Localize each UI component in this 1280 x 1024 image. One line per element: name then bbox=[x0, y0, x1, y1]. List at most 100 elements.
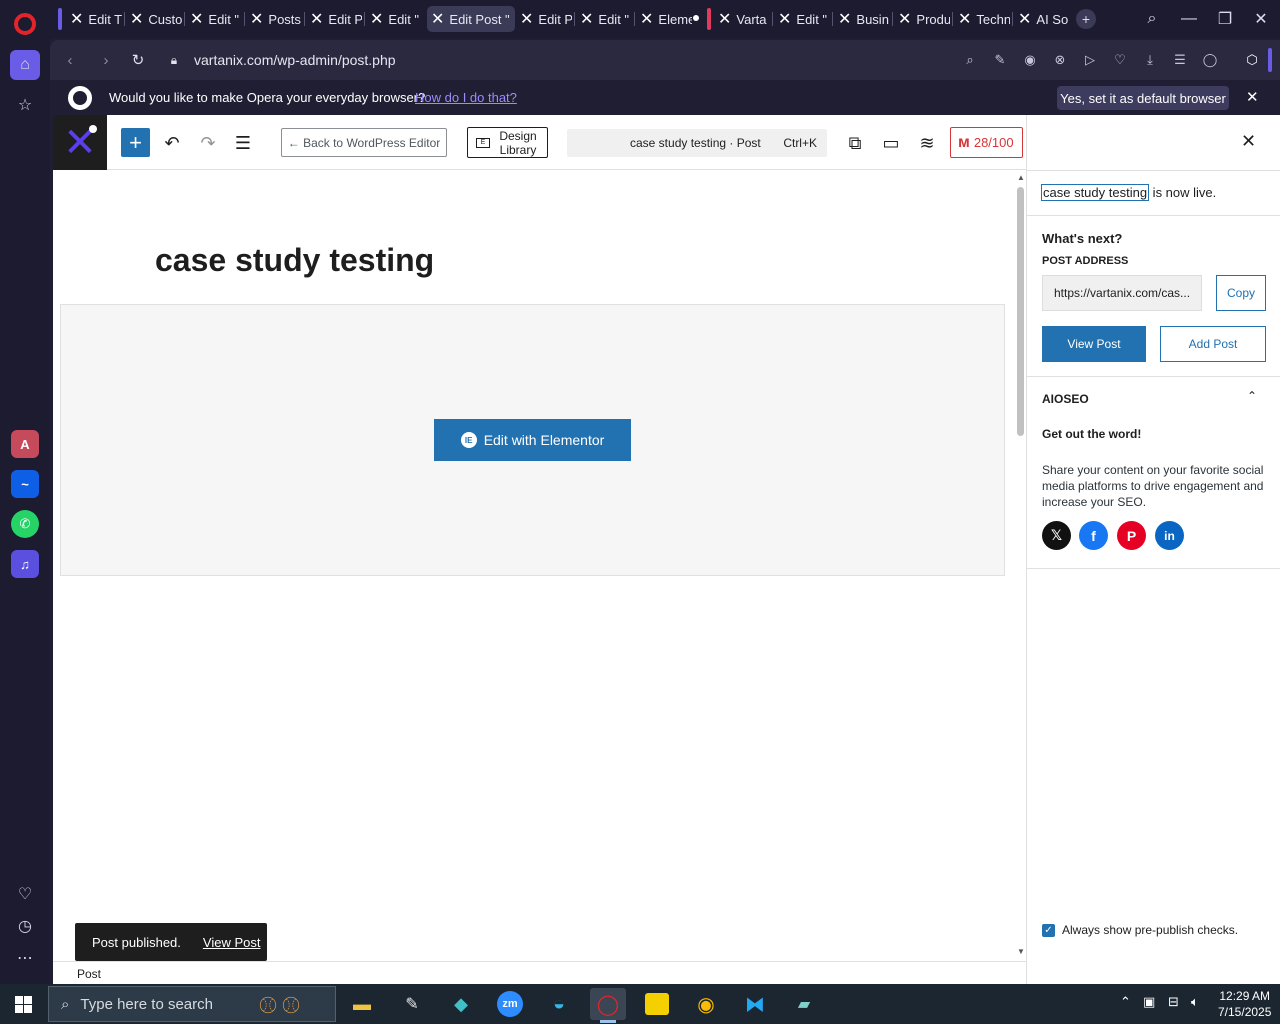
music-player-icon[interactable]: ♫ bbox=[11, 550, 39, 578]
chrome-icon[interactable]: ◉ bbox=[688, 988, 724, 1020]
tab[interactable]: ✕ Edit " bbox=[576, 6, 632, 32]
pinterest-icon[interactable]: P bbox=[1117, 521, 1146, 550]
preview-device-icon[interactable]: ▭ bbox=[880, 132, 902, 154]
tab[interactable]: ✕ Edit " bbox=[366, 6, 422, 32]
file-explorer-icon[interactable]: ▬ bbox=[344, 988, 380, 1020]
app-icon[interactable]: ◆ bbox=[443, 988, 479, 1020]
scrollbar[interactable]: ▲ ▼ bbox=[1015, 171, 1026, 961]
add-block-button[interactable]: + bbox=[121, 128, 150, 157]
send-icon[interactable]: ▷ bbox=[1081, 51, 1099, 69]
back-to-wp-editor-button[interactable]: ← Back to WordPress Editor bbox=[281, 128, 447, 157]
start-button[interactable] bbox=[15, 996, 32, 1013]
site-logo[interactable]: ✕ bbox=[53, 115, 107, 170]
adblock-icon[interactable]: ⊗ bbox=[1051, 51, 1069, 69]
reload-icon[interactable]: ↻ bbox=[128, 50, 148, 70]
network-icon[interactable]: ⊟ bbox=[1168, 994, 1179, 1010]
restore-button[interactable]: ❐ bbox=[1211, 6, 1239, 32]
command-palette[interactable]: case study testing · Post Ctrl+K bbox=[567, 129, 827, 157]
opera-logo-icon[interactable] bbox=[14, 13, 36, 35]
edge-icon[interactable]: ◒ bbox=[541, 988, 577, 1020]
menu-icon[interactable]: ☰ bbox=[1171, 51, 1189, 69]
more-icon[interactable]: ⋯ bbox=[13, 946, 37, 970]
tab[interactable]: ✕ Edit T bbox=[66, 6, 122, 32]
tab-active[interactable]: ✕ Edit Post " bbox=[427, 6, 515, 32]
tab[interactable]: ✕ Eleme bbox=[636, 6, 692, 32]
tab[interactable]: ✕ Edit P bbox=[306, 6, 362, 32]
scrollbar-thumb[interactable] bbox=[1017, 187, 1024, 436]
edit-with-elementor-button[interactable]: IE Edit with Elementor bbox=[434, 419, 631, 461]
profile-icon[interactable]: ◯ bbox=[1201, 51, 1219, 69]
aioseo-section-heading[interactable]: AIOSEO bbox=[1042, 392, 1089, 406]
tab[interactable]: ✕ Edit " bbox=[774, 6, 830, 32]
prepublish-checks-option[interactable]: ✓ Always show pre-publish checks. bbox=[1042, 923, 1238, 937]
scroll-up-icon[interactable]: ▲ bbox=[1016, 173, 1026, 182]
vscode-icon[interactable]: ⧓ bbox=[737, 988, 773, 1020]
checkbox[interactable]: ✓ bbox=[1042, 923, 1055, 937]
aioseo-score-badge[interactable]: ᴍ 28/100 bbox=[950, 127, 1023, 158]
sticky-notes-icon[interactable] bbox=[645, 993, 669, 1015]
post-title-link[interactable]: case study testing bbox=[1041, 184, 1150, 201]
download-icon[interactable]: ⤓ bbox=[1141, 51, 1159, 69]
paint-icon[interactable]: ✎ bbox=[394, 988, 430, 1020]
post-address-field[interactable]: https://vartanix.com/cas... bbox=[1042, 275, 1202, 311]
opera-icon[interactable]: ◯ bbox=[590, 988, 626, 1023]
redo-icon[interactable]: ↷ bbox=[197, 132, 219, 154]
x-twitter-icon[interactable]: 𝕏 bbox=[1042, 521, 1071, 550]
chevron-up-icon[interactable]: ⌃ bbox=[1247, 389, 1257, 403]
heart-icon[interactable]: ♡ bbox=[13, 882, 37, 906]
document-overview-icon[interactable]: ☰ bbox=[232, 132, 254, 154]
history-icon[interactable]: ◷ bbox=[13, 914, 37, 938]
messenger-icon[interactable]: ~ bbox=[11, 470, 39, 498]
tab[interactable]: ✕ Techn bbox=[954, 6, 1010, 32]
linkedin-icon[interactable]: in bbox=[1155, 521, 1184, 550]
undo-icon[interactable]: ↶ bbox=[161, 132, 183, 154]
view-post-button[interactable]: View Post bbox=[1042, 326, 1146, 362]
tab[interactable]: ✕ Busin bbox=[834, 6, 890, 32]
tab[interactable]: ✕ AI So bbox=[1014, 6, 1070, 32]
add-post-button[interactable]: Add Post bbox=[1160, 326, 1266, 362]
tab[interactable]: ✕ Edit " bbox=[186, 6, 242, 32]
view-external-icon[interactable]: ⧉ bbox=[844, 132, 866, 154]
forward-icon[interactable]: › bbox=[96, 50, 116, 70]
close-window-button[interactable]: ✕ bbox=[1247, 6, 1275, 32]
close-icon[interactable]: ✕ bbox=[1246, 88, 1259, 106]
tab[interactable]: ✕ Produ bbox=[894, 6, 950, 32]
volume-icon[interactable]: 🔈︎ bbox=[1191, 994, 1199, 1010]
copy-button[interactable]: Copy bbox=[1216, 275, 1266, 311]
back-icon[interactable]: ‹ bbox=[60, 50, 80, 70]
app-icon[interactable]: ▰ bbox=[786, 988, 822, 1020]
design-library-button[interactable]: E Design Library bbox=[467, 127, 548, 158]
edit-icon[interactable]: ✎ bbox=[991, 51, 1009, 69]
breadcrumb[interactable]: Post bbox=[53, 961, 1026, 984]
chevron-up-icon[interactable]: ⌃ bbox=[1120, 994, 1131, 1010]
infobar-link[interactable]: How do I do that? bbox=[415, 90, 517, 105]
whatsapp-icon[interactable]: ✆ bbox=[11, 510, 39, 538]
facebook-icon[interactable]: f bbox=[1079, 521, 1108, 550]
heart-icon[interactable]: ♡ bbox=[1111, 51, 1129, 69]
new-tab-button[interactable]: + bbox=[1076, 9, 1096, 29]
search-tabs-icon[interactable]: ⌕ bbox=[1138, 6, 1166, 32]
zoom-icon[interactable]: zm bbox=[492, 988, 528, 1020]
tab-group-indicator bbox=[58, 8, 62, 30]
aria-app-icon[interactable]: A bbox=[11, 430, 39, 458]
clock[interactable]: 12:29 AM 7/15/2025 bbox=[1218, 988, 1271, 1020]
url-field[interactable]: vartanix.com/wp-admin/post.php bbox=[194, 52, 396, 68]
home-icon[interactable]: ⌂ bbox=[10, 50, 40, 80]
scroll-down-icon[interactable]: ▼ bbox=[1016, 947, 1026, 956]
extensions-icon[interactable]: ⬡ bbox=[1243, 51, 1261, 69]
tab[interactable]: ✕ Edit P bbox=[516, 6, 572, 32]
tab[interactable]: ✕ Varta bbox=[714, 6, 770, 32]
camera-icon[interactable]: ◉ bbox=[1021, 51, 1039, 69]
taskbar-search[interactable]: ⌕ Type here to search ⚾︎ ⚾︎ bbox=[48, 986, 336, 1022]
search-icon[interactable]: ⌕ bbox=[961, 51, 979, 69]
minimize-button[interactable]: — bbox=[1175, 6, 1203, 32]
tab[interactable]: ✕ Posts bbox=[246, 6, 302, 32]
device-icon[interactable]: ▣ bbox=[1143, 994, 1155, 1010]
snackbar-view-post-link[interactable]: View Post bbox=[203, 935, 261, 950]
elementor-kit-icon[interactable]: ≋ bbox=[916, 132, 938, 154]
star-icon[interactable]: ☆ bbox=[10, 90, 40, 120]
close-icon[interactable]: ✕ bbox=[1241, 131, 1256, 152]
tab[interactable]: ✕ Custo bbox=[126, 6, 182, 32]
set-default-button[interactable]: Yes, set it as default browser bbox=[1057, 86, 1229, 110]
post-title[interactable]: case study testing bbox=[155, 242, 434, 279]
